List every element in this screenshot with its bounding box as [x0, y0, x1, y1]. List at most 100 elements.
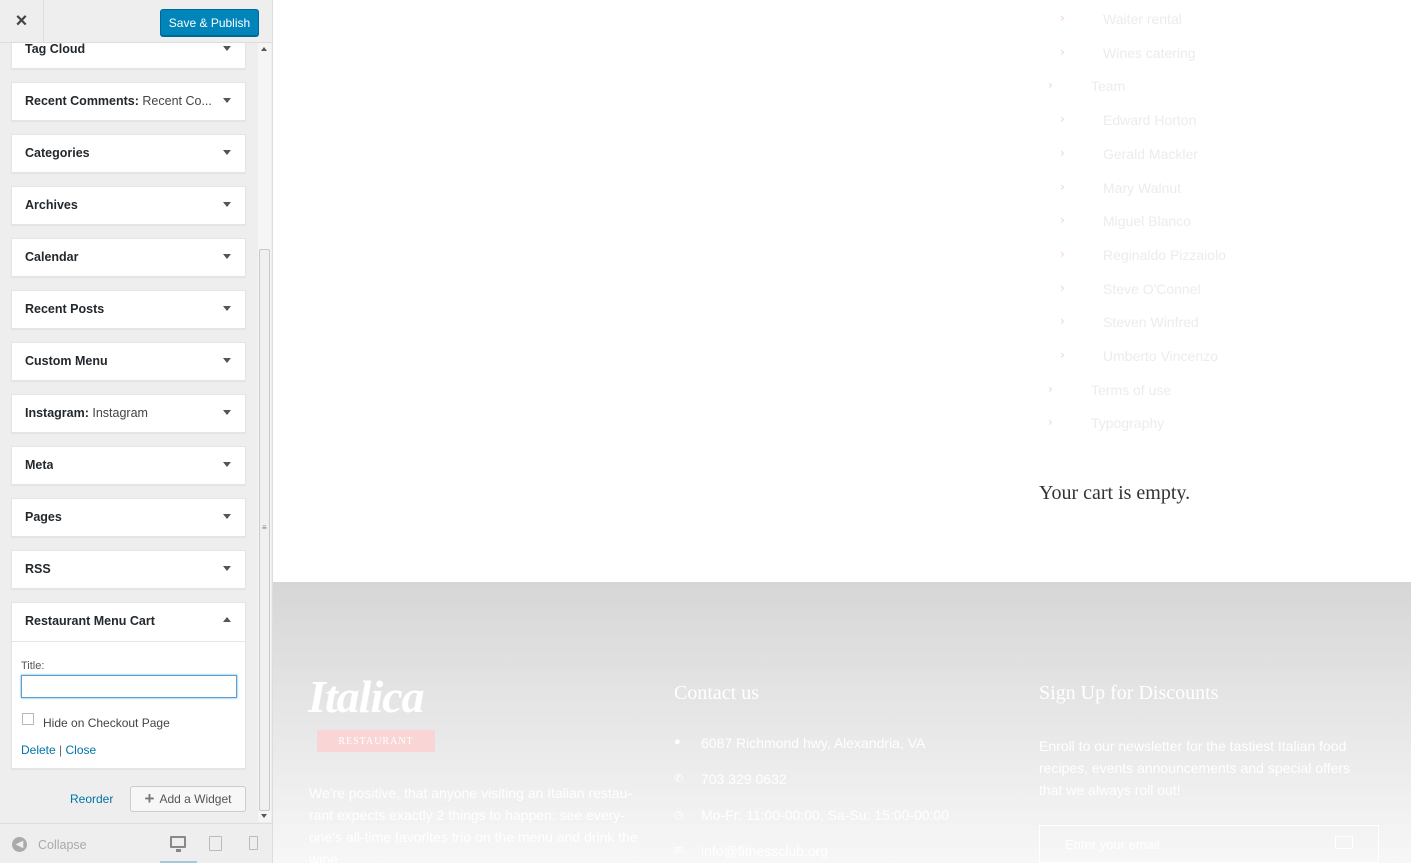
chevron-right-icon: ›: [1060, 11, 1065, 25]
controls-separator: |: [55, 743, 66, 757]
page-link[interactable]: Wines catering: [1103, 45, 1196, 61]
chevron-right-icon: ›: [1060, 213, 1065, 227]
expand-arrow-icon[interactable]: [223, 566, 231, 571]
about-text: We're positive, that anyone visiting an …: [309, 785, 638, 863]
widget-pages[interactable]: Pages: [11, 498, 246, 537]
chevron-right-icon: ›: [1060, 247, 1065, 261]
chevron-right-icon: ›: [1060, 314, 1065, 328]
contact-phone: 703 329 0632: [701, 771, 787, 787]
page-link[interactable]: Steve O'Connel: [1103, 281, 1201, 297]
customizer-footer: ◀ Collapse: [0, 823, 272, 863]
customizer-header: × Save & Publish: [0, 0, 272, 43]
page-link[interactable]: Edward Horton: [1103, 112, 1196, 128]
mobile-preview-icon[interactable]: [249, 836, 258, 850]
location-icon: ●: [674, 736, 681, 748]
close-icon: ×: [15, 10, 28, 32]
page-link[interactable]: Typography: [1091, 415, 1164, 431]
chevron-right-icon: ›: [1048, 415, 1053, 429]
chevron-right-icon: ›: [1048, 382, 1053, 396]
add-widget-button[interactable]: + Add a Widget: [130, 786, 246, 812]
save-publish-button[interactable]: Save & Publish: [160, 9, 259, 36]
hide-on-checkout-checkbox[interactable]: [22, 713, 34, 725]
logo-ribbon: RESTAURANT: [317, 730, 435, 752]
contact-heading: Contact us: [674, 682, 759, 704]
widget-title: Categories: [25, 146, 90, 160]
chevron-right-icon: ›: [1060, 45, 1065, 59]
scroll-down-arrow-icon[interactable]: [261, 814, 267, 818]
chevron-right-icon: ›: [1060, 112, 1065, 126]
widget-instagram[interactable]: Instagram: Instagram: [11, 394, 246, 433]
close-widget-link[interactable]: Close: [65, 743, 96, 757]
page-link[interactable]: Mary Walnut: [1103, 180, 1181, 196]
expand-arrow-icon[interactable]: [223, 306, 231, 311]
grip-icon: ≡: [262, 523, 267, 532]
page-link[interactable]: Team: [1091, 78, 1125, 94]
collapse-button[interactable]: Collapse: [38, 838, 87, 852]
tablet-preview-icon[interactable]: [209, 836, 222, 851]
scroll-up-arrow-icon[interactable]: [261, 47, 267, 51]
widget-rss[interactable]: RSS: [11, 550, 246, 589]
page-link[interactable]: Steven Winfred: [1103, 314, 1199, 330]
expand-arrow-icon[interactable]: [223, 254, 231, 259]
widget-calendar[interactable]: Calendar: [11, 238, 246, 277]
page-link[interactable]: Terms of use: [1091, 382, 1171, 398]
delete-widget-link[interactable]: Delete: [21, 743, 56, 757]
contact-email[interactable]: info@fitnessclub.org: [701, 843, 828, 859]
signup-text: Enroll to our newsletter for the tasties…: [1039, 738, 1351, 798]
hide-on-checkout-label[interactable]: Hide on Checkout Page: [43, 716, 170, 730]
page-link[interactable]: Reginaldo Pizzaiolo: [1103, 247, 1226, 263]
expand-arrow-icon[interactable]: [223, 514, 231, 519]
expand-arrow-icon[interactable]: [223, 410, 231, 415]
widget-header[interactable]: Restaurant Menu Cart: [12, 603, 245, 642]
sidebar-scrollbar[interactable]: ≡: [258, 43, 271, 822]
expand-arrow-icon[interactable]: [223, 46, 231, 51]
expand-arrow-icon[interactable]: [223, 358, 231, 363]
widget-title: Recent Comments: Recent Co...: [25, 94, 212, 108]
widget-title: Instagram: Instagram: [25, 406, 148, 420]
chevron-right-icon: ›: [1060, 180, 1065, 194]
collapse-icon[interactable]: ◀: [12, 837, 27, 852]
widget-restaurant-menu-cart[interactable]: Restaurant Menu Cart Title: Hide on Checko…: [11, 602, 246, 769]
customizer-sidebar: Tag Cloud Recent Comments: Recent Co... Ca…: [0, 0, 273, 863]
widget-meta[interactable]: Meta: [11, 446, 246, 485]
plus-icon: +: [144, 789, 155, 808]
chevron-right-icon: ›: [1060, 146, 1065, 160]
widget-categories[interactable]: Categories: [11, 134, 246, 173]
collapse-arrow-icon[interactable]: [223, 617, 231, 622]
page-link[interactable]: Gerald Mackler: [1103, 146, 1198, 162]
widget-title: RSS: [25, 562, 51, 576]
chevron-right-icon: ›: [1060, 281, 1065, 295]
reorder-link[interactable]: Reorder: [70, 792, 113, 806]
widget-recent-posts[interactable]: Recent Posts: [11, 290, 246, 329]
chevron-right-icon: ›: [1048, 78, 1053, 92]
expand-arrow-icon[interactable]: [223, 462, 231, 467]
desktop-preview-icon[interactable]: [170, 836, 186, 852]
widget-title: Archives: [25, 198, 78, 212]
widget-archives[interactable]: Archives: [11, 186, 246, 225]
signup-heading: Sign Up for Discounts: [1039, 682, 1219, 704]
contact-address: 6087 Richmond hwy, Alexandria, VA: [701, 735, 926, 751]
page-link[interactable]: Miguel Blanco: [1103, 213, 1191, 229]
add-widget-label: Add a Widget: [159, 792, 232, 806]
expand-arrow-icon[interactable]: [223, 98, 231, 103]
expand-arrow-icon[interactable]: [223, 202, 231, 207]
clock-icon: ◷: [674, 809, 684, 821]
send-mail-icon[interactable]: [1335, 836, 1353, 849]
widget-controls: Delete | Close: [21, 743, 96, 757]
expand-arrow-icon[interactable]: [223, 150, 231, 155]
widget-title: Recent Posts: [25, 302, 105, 316]
widget-title: Calendar: [25, 250, 79, 264]
contact-hours: Mo-Fr: 11:00-00:00, Sa-Su: 15:00-00:00: [701, 807, 949, 823]
scrollbar-thumb[interactable]: ≡: [259, 249, 270, 811]
newsletter-email-input[interactable]: Enter your email: [1039, 825, 1379, 863]
close-customizer-button[interactable]: ×: [0, 0, 44, 43]
title-input[interactable]: [21, 675, 237, 698]
page-link[interactable]: Umberto Vincenzo: [1103, 348, 1218, 364]
widget-custom-menu[interactable]: Custom Menu: [11, 342, 246, 381]
widget-title: Restaurant Menu Cart: [25, 614, 155, 628]
widget-recent-comments[interactable]: Recent Comments: Recent Co...: [11, 82, 246, 121]
page-link[interactable]: Waiter rental: [1103, 11, 1182, 27]
widget-title: Custom Menu: [25, 354, 108, 368]
widget-title: Pages: [25, 510, 62, 524]
site-logo[interactable]: Italica: [308, 670, 425, 723]
